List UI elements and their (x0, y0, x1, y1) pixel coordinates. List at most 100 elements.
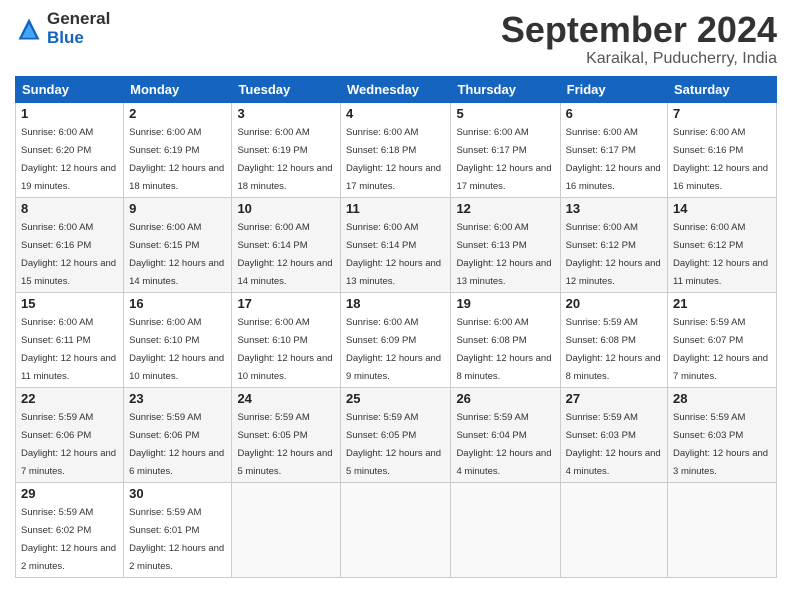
table-row: 30 Sunrise: 5:59 AMSunset: 6:01 PMDaylig… (124, 482, 232, 577)
day-detail: Sunrise: 5:59 AMSunset: 6:05 PMDaylight:… (346, 412, 441, 477)
logo-blue-text: Blue (47, 29, 110, 48)
table-row: 3 Sunrise: 6:00 AMSunset: 6:19 PMDayligh… (232, 102, 341, 197)
day-detail: Sunrise: 6:00 AMSunset: 6:14 PMDaylight:… (237, 222, 332, 287)
table-row: 22 Sunrise: 5:59 AMSunset: 6:06 PMDaylig… (16, 387, 124, 482)
day-detail: Sunrise: 5:59 AMSunset: 6:05 PMDaylight:… (237, 412, 332, 477)
day-detail: Sunrise: 5:59 AMSunset: 6:01 PMDaylight:… (129, 507, 224, 572)
day-number: 13 (566, 201, 662, 216)
table-row: 5 Sunrise: 6:00 AMSunset: 6:17 PMDayligh… (451, 102, 560, 197)
day-detail: Sunrise: 6:00 AMSunset: 6:14 PMDaylight:… (346, 222, 441, 287)
table-row: 4 Sunrise: 6:00 AMSunset: 6:18 PMDayligh… (341, 102, 451, 197)
day-number: 12 (456, 201, 554, 216)
day-detail: Sunrise: 6:00 AMSunset: 6:16 PMDaylight:… (673, 127, 768, 192)
day-number: 11 (346, 201, 445, 216)
day-detail: Sunrise: 6:00 AMSunset: 6:17 PMDaylight:… (566, 127, 661, 192)
title-block: September 2024 Karaikal, Puducherry, Ind… (501, 10, 777, 68)
table-row (668, 482, 777, 577)
day-number: 8 (21, 201, 118, 216)
day-number: 9 (129, 201, 226, 216)
col-friday: Friday (560, 76, 667, 102)
day-detail: Sunrise: 6:00 AMSunset: 6:10 PMDaylight:… (129, 317, 224, 382)
day-detail: Sunrise: 5:59 AMSunset: 6:06 PMDaylight:… (129, 412, 224, 477)
table-row: 26 Sunrise: 5:59 AMSunset: 6:04 PMDaylig… (451, 387, 560, 482)
day-number: 18 (346, 296, 445, 311)
day-detail: Sunrise: 6:00 AMSunset: 6:13 PMDaylight:… (456, 222, 551, 287)
col-monday: Monday (124, 76, 232, 102)
col-tuesday: Tuesday (232, 76, 341, 102)
table-row: 16 Sunrise: 6:00 AMSunset: 6:10 PMDaylig… (124, 292, 232, 387)
day-number: 1 (21, 106, 118, 121)
day-detail: Sunrise: 5:59 AMSunset: 6:03 PMDaylight:… (566, 412, 661, 477)
table-row: 17 Sunrise: 6:00 AMSunset: 6:10 PMDaylig… (232, 292, 341, 387)
day-detail: Sunrise: 6:00 AMSunset: 6:16 PMDaylight:… (21, 222, 116, 287)
table-row: 7 Sunrise: 6:00 AMSunset: 6:16 PMDayligh… (668, 102, 777, 197)
table-row: 8 Sunrise: 6:00 AMSunset: 6:16 PMDayligh… (16, 197, 124, 292)
day-detail: Sunrise: 6:00 AMSunset: 6:12 PMDaylight:… (566, 222, 661, 287)
day-number: 17 (237, 296, 335, 311)
day-detail: Sunrise: 6:00 AMSunset: 6:10 PMDaylight:… (237, 317, 332, 382)
day-number: 3 (237, 106, 335, 121)
day-number: 20 (566, 296, 662, 311)
calendar-week-row: 22 Sunrise: 5:59 AMSunset: 6:06 PMDaylig… (16, 387, 777, 482)
day-number: 21 (673, 296, 771, 311)
logo-text: General Blue (47, 10, 110, 47)
day-number: 25 (346, 391, 445, 406)
day-detail: Sunrise: 6:00 AMSunset: 6:15 PMDaylight:… (129, 222, 224, 287)
day-detail: Sunrise: 5:59 AMSunset: 6:07 PMDaylight:… (673, 317, 768, 382)
table-row: 28 Sunrise: 5:59 AMSunset: 6:03 PMDaylig… (668, 387, 777, 482)
col-wednesday: Wednesday (341, 76, 451, 102)
logo: General Blue (15, 10, 110, 47)
day-number: 14 (673, 201, 771, 216)
table-row: 10 Sunrise: 6:00 AMSunset: 6:14 PMDaylig… (232, 197, 341, 292)
month-title: September 2024 (501, 10, 777, 50)
day-number: 29 (21, 486, 118, 501)
calendar-week-row: 29 Sunrise: 5:59 AMSunset: 6:02 PMDaylig… (16, 482, 777, 577)
logo-icon (15, 15, 43, 43)
col-sunday: Sunday (16, 76, 124, 102)
calendar-table: Sunday Monday Tuesday Wednesday Thursday… (15, 76, 777, 578)
header: General Blue September 2024 Karaikal, Pu… (15, 10, 777, 68)
day-detail: Sunrise: 6:00 AMSunset: 6:11 PMDaylight:… (21, 317, 116, 382)
day-number: 23 (129, 391, 226, 406)
day-number: 30 (129, 486, 226, 501)
day-detail: Sunrise: 5:59 AMSunset: 6:03 PMDaylight:… (673, 412, 768, 477)
table-row: 9 Sunrise: 6:00 AMSunset: 6:15 PMDayligh… (124, 197, 232, 292)
day-detail: Sunrise: 5:59 AMSunset: 6:04 PMDaylight:… (456, 412, 551, 477)
day-detail: Sunrise: 6:00 AMSunset: 6:20 PMDaylight:… (21, 127, 116, 192)
table-row: 27 Sunrise: 5:59 AMSunset: 6:03 PMDaylig… (560, 387, 667, 482)
day-detail: Sunrise: 6:00 AMSunset: 6:17 PMDaylight:… (456, 127, 551, 192)
calendar-week-row: 1 Sunrise: 6:00 AMSunset: 6:20 PMDayligh… (16, 102, 777, 197)
day-number: 24 (237, 391, 335, 406)
table-row: 14 Sunrise: 6:00 AMSunset: 6:12 PMDaylig… (668, 197, 777, 292)
day-detail: Sunrise: 5:59 AMSunset: 6:08 PMDaylight:… (566, 317, 661, 382)
day-detail: Sunrise: 5:59 AMSunset: 6:06 PMDaylight:… (21, 412, 116, 477)
day-number: 19 (456, 296, 554, 311)
col-thursday: Thursday (451, 76, 560, 102)
location-subtitle: Karaikal, Puducherry, India (501, 50, 777, 68)
table-row (341, 482, 451, 577)
day-detail: Sunrise: 6:00 AMSunset: 6:18 PMDaylight:… (346, 127, 441, 192)
calendar-header-row: Sunday Monday Tuesday Wednesday Thursday… (16, 76, 777, 102)
table-row: 15 Sunrise: 6:00 AMSunset: 6:11 PMDaylig… (16, 292, 124, 387)
table-row: 20 Sunrise: 5:59 AMSunset: 6:08 PMDaylig… (560, 292, 667, 387)
table-row: 12 Sunrise: 6:00 AMSunset: 6:13 PMDaylig… (451, 197, 560, 292)
table-row (451, 482, 560, 577)
day-detail: Sunrise: 6:00 AMSunset: 6:19 PMDaylight:… (237, 127, 332, 192)
table-row: 19 Sunrise: 6:00 AMSunset: 6:08 PMDaylig… (451, 292, 560, 387)
table-row: 13 Sunrise: 6:00 AMSunset: 6:12 PMDaylig… (560, 197, 667, 292)
day-number: 2 (129, 106, 226, 121)
day-number: 7 (673, 106, 771, 121)
table-row: 25 Sunrise: 5:59 AMSunset: 6:05 PMDaylig… (341, 387, 451, 482)
table-row: 1 Sunrise: 6:00 AMSunset: 6:20 PMDayligh… (16, 102, 124, 197)
col-saturday: Saturday (668, 76, 777, 102)
table-row: 2 Sunrise: 6:00 AMSunset: 6:19 PMDayligh… (124, 102, 232, 197)
table-row: 23 Sunrise: 5:59 AMSunset: 6:06 PMDaylig… (124, 387, 232, 482)
day-number: 15 (21, 296, 118, 311)
day-number: 28 (673, 391, 771, 406)
day-number: 5 (456, 106, 554, 121)
day-detail: Sunrise: 5:59 AMSunset: 6:02 PMDaylight:… (21, 507, 116, 572)
table-row: 11 Sunrise: 6:00 AMSunset: 6:14 PMDaylig… (341, 197, 451, 292)
day-number: 6 (566, 106, 662, 121)
day-number: 22 (21, 391, 118, 406)
page-container: General Blue September 2024 Karaikal, Pu… (0, 0, 792, 586)
